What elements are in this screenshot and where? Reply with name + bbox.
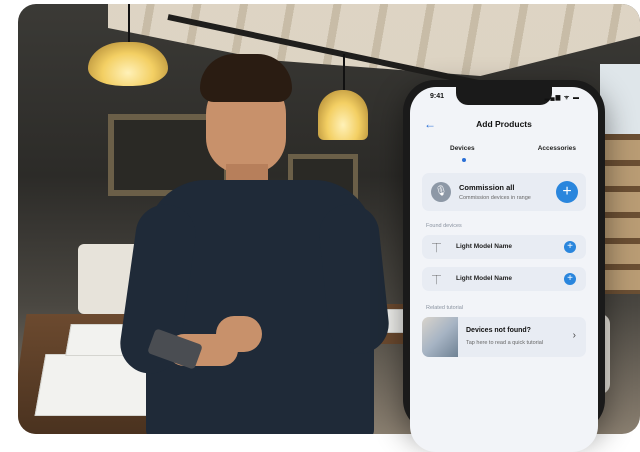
hand <box>216 316 262 352</box>
tab-selected-indicator <box>462 158 466 162</box>
signal-wifi-battery-icon: ▂▄▆ ᯤ ▬ <box>544 95 580 101</box>
tutorial-subtitle: Tap here to read a quick tutorial <box>466 340 544 346</box>
phone-mockup: 9:41 ▂▄▆ ᯤ ▬ ← Add Products Devices Acce… <box>403 80 605 452</box>
tab-accessories[interactable]: Accessories <box>538 145 576 152</box>
commission-subtitle: Commission devices in range <box>459 195 531 201</box>
commission-all-card[interactable]: 🎙 Commission all Commission devices in r… <box>422 173 586 211</box>
bookshelf <box>600 134 640 294</box>
tab-bar: Devices Accessories <box>410 145 598 165</box>
hair <box>200 54 292 102</box>
lamp-icon: ⏉ <box>432 275 442 285</box>
tab-devices[interactable]: Devices <box>450 145 475 152</box>
found-devices-heading: Found devices <box>426 223 462 229</box>
tutorial-thumbnail <box>422 317 458 357</box>
window <box>600 64 640 144</box>
tutorial-card[interactable]: Devices not found? Tap here to read a qu… <box>422 317 586 357</box>
add-device-button[interactable]: + <box>564 273 576 285</box>
waiter <box>116 54 392 434</box>
page-title: Add Products <box>476 119 532 129</box>
related-tutorial-heading: Related tutorial <box>426 305 463 311</box>
status-bar: 9:41 ▂▄▆ ᯤ ▬ <box>424 93 584 105</box>
tutorial-title: Devices not found? <box>466 327 531 334</box>
lamp-icon: ⏉ <box>432 243 442 253</box>
microphone-icon: 🎙 <box>431 182 451 202</box>
status-time: 9:41 <box>430 93 445 100</box>
device-row[interactable]: ⏉ Light Model Name + <box>422 267 586 291</box>
add-device-button[interactable]: + <box>564 241 576 253</box>
device-row[interactable]: ⏉ Light Model Name + <box>422 235 586 259</box>
add-all-button[interactable]: + <box>556 181 578 203</box>
device-name: Light Model Name <box>456 275 512 282</box>
commission-title: Commission all <box>459 183 515 192</box>
device-name: Light Model Name <box>456 243 512 250</box>
chevron-right-icon: › <box>572 330 576 341</box>
phone-screen: 9:41 ▂▄▆ ᯤ ▬ ← Add Products Devices Acce… <box>410 87 598 452</box>
